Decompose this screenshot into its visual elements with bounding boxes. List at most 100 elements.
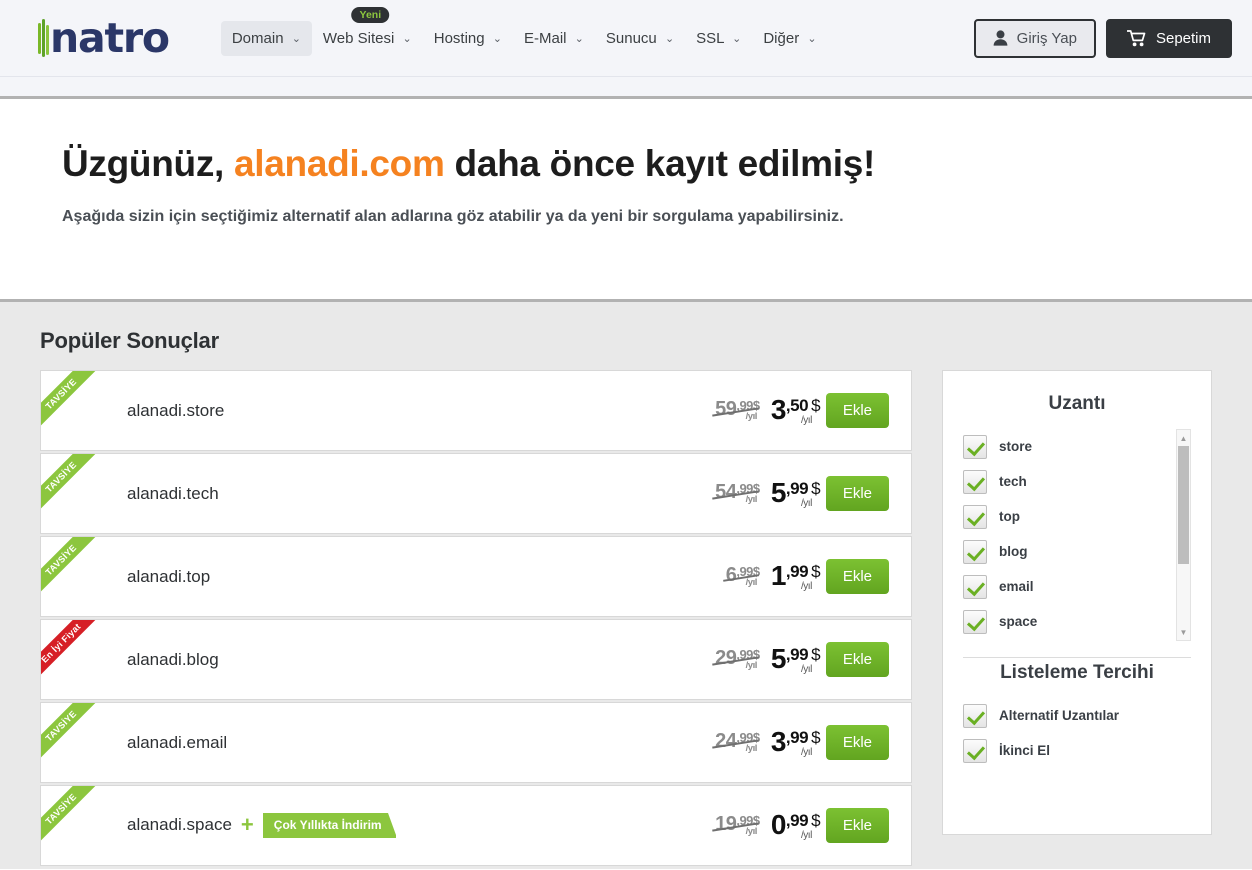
filter-item-blog[interactable]: blog (963, 534, 1185, 569)
add-to-cart-button[interactable]: Ekle (825, 725, 889, 760)
nav-item-email[interactable]: E-Mail ⌄ (513, 21, 595, 56)
price-area: 24,99$/yıl 3,99 $/yıl Ekle (715, 725, 911, 760)
promo-badge: Çok Yıllıkta İndirim (262, 813, 396, 838)
nav-label: SSL (696, 29, 724, 47)
nav-item-sunucu[interactable]: Sunucu ⌄ (595, 21, 685, 56)
checkbox-checked-icon[interactable] (963, 469, 987, 494)
old-price: 54,99$/yıl (715, 482, 760, 506)
new-price-frac: ,99 (785, 561, 809, 581)
new-price-frac: ,50 (785, 395, 809, 415)
new-price-int: 0 (770, 808, 787, 840)
scrollbar-thumb[interactable] (1178, 446, 1189, 564)
old-price-period: /yıl (745, 494, 758, 506)
new-price-currency: $ (811, 478, 821, 498)
table-row[interactable]: TAVSİYE alanadi.top 6,99$/yıl 1,99 $/yıl … (40, 536, 912, 617)
nav-item-hosting[interactable]: Hosting ⌄ (423, 21, 513, 56)
results-heading: Popüler Sonuçlar (40, 328, 219, 353)
chevron-down-icon: ⌄ (402, 32, 412, 45)
add-to-cart-button[interactable]: Ekle (825, 559, 889, 594)
chevron-down-icon: ⌄ (807, 32, 817, 45)
new-price-int: 5 (770, 642, 787, 674)
ribbon-label: TAVSİYE (41, 786, 103, 848)
new-price-currency: $ (811, 727, 821, 747)
cart-label: Sepetim (1155, 29, 1211, 47)
table-row[interactable]: TAVSİYE alanadi.email 24,99$/yıl 3,99 $/y… (40, 702, 912, 783)
ribbon-label: TAVSİYE (41, 537, 103, 599)
domain-name: alanadi.blog (127, 650, 219, 670)
nav-label: Web Sitesi (322, 29, 395, 47)
new-badge: Yeni (351, 6, 390, 23)
login-button[interactable]: Giriş Yap (973, 18, 1096, 58)
listing-preference-title: Listeleme Tercihi (1000, 662, 1154, 683)
logo-mark-icon (38, 19, 49, 57)
filter-item-email[interactable]: email (963, 569, 1185, 604)
add-to-cart-button[interactable]: Ekle (825, 808, 889, 843)
old-price-int: 59 (715, 398, 737, 421)
old-price: 19,99$/yıl (715, 814, 760, 837)
domain-label: alanadi.blog (127, 649, 219, 669)
chevron-down-icon: ⌄ (492, 32, 502, 45)
add-to-cart-button[interactable]: Ekle (825, 476, 889, 511)
checkbox-checked-icon[interactable] (963, 574, 987, 599)
scroll-up-arrow-icon[interactable]: ▲ (1177, 431, 1190, 445)
listing-item-ikinci-el[interactable]: İkinci El (963, 733, 1191, 768)
page-title: Üzgünüz, alanadi.com daha önce kayıt edi… (62, 143, 1252, 186)
cart-button[interactable]: Sepetim (1105, 18, 1232, 58)
nav-label: E-Mail (523, 29, 567, 47)
price-area: 54,99$/yıl 5,99 $/yıl Ekle (715, 476, 911, 511)
checkbox-checked-icon[interactable] (963, 738, 987, 763)
new-price-int: 5 (770, 476, 787, 508)
filter-item-top[interactable]: top (963, 499, 1185, 534)
nav-item-diger[interactable]: Diğer ⌄ (752, 21, 827, 56)
filter-label: store (999, 439, 1033, 454)
domain-name: alanadi.top (127, 567, 210, 587)
new-price: 1,99 $/yıl (771, 561, 821, 592)
scrollbar-track[interactable]: ▲ ▼ (1176, 429, 1191, 641)
ribbon-label: TAVSİYE (41, 371, 103, 433)
hero-section: Üzgünüz, alanadi.com daha önce kayıt edi… (0, 99, 1252, 299)
new-price-period: /yıl (801, 663, 812, 675)
new-price-int: 3 (770, 725, 787, 757)
domain-label: alanadi.top (127, 566, 211, 586)
nav-item-domain[interactable]: Domain ⌄ (220, 20, 312, 56)
price-area: 19,99$/yıl 0,99 $/yıl Ekle (715, 808, 911, 843)
new-price-period: /yıl (801, 497, 812, 509)
expand-plus-icon[interactable]: + (241, 814, 254, 836)
listing-item-alternatif-uzantilar[interactable]: Alternatif Uzantılar (963, 698, 1191, 733)
price-area: 6,99$/yıl 1,99 $/yıl Ekle (726, 559, 911, 594)
add-to-cart-button[interactable]: Ekle (825, 642, 889, 677)
table-row[interactable]: TAVSİYE alanadi.tech 54,99$/yıl 5,99 $/yı… (40, 453, 912, 534)
price-area: 59,99$/yıl 3,50 $/yıl Ekle (715, 393, 911, 428)
filter-item-space[interactable]: space (963, 604, 1185, 639)
queried-domain: alanadi.com (233, 143, 445, 184)
new-price-frac: ,99 (785, 727, 809, 747)
checkbox-checked-icon[interactable] (963, 539, 987, 564)
add-to-cart-button[interactable]: Ekle (825, 393, 889, 428)
checkbox-checked-icon[interactable] (963, 609, 987, 634)
filter-label: blog (999, 544, 1028, 559)
checkbox-checked-icon[interactable] (963, 434, 987, 459)
new-price-period: /yıl (801, 580, 812, 592)
checkbox-checked-icon[interactable] (963, 703, 987, 728)
results-section: Popüler Sonuçlar TAVSİYE alanadi.store 5… (0, 302, 1252, 869)
main-nav: Domain ⌄ Yeni Web Sitesi ⌄ Hosting ⌄ E-M… (220, 6, 828, 56)
extension-filter-list: store tech top blog email space ▲ ▼ (963, 429, 1191, 641)
old-price: 6,99$/yıl (726, 565, 760, 588)
table-row[interactable]: TAVSİYE alanadi.store 59,99$/yıl 3,50 $/y… (40, 370, 912, 451)
filter-item-store[interactable]: store (963, 429, 1185, 464)
nav-item-web-sitesi[interactable]: Yeni Web Sitesi ⌄ (312, 6, 423, 56)
nav-label: Diğer (763, 29, 800, 47)
sidebar-divider (963, 657, 1191, 658)
checkbox-checked-icon[interactable] (963, 504, 987, 529)
scroll-down-arrow-icon[interactable]: ▼ (1177, 625, 1190, 639)
table-row[interactable]: TAVSİYE alanadi.space + Çok Yıllıkta İnd… (40, 785, 912, 866)
domain-label: alanadi.space (127, 815, 232, 835)
old-price: 59,99$/yıl (715, 398, 760, 422)
filter-item-tech[interactable]: tech (963, 464, 1185, 499)
natro-logo[interactable]: natro (38, 15, 170, 61)
results-layout: TAVSİYE alanadi.store 59,99$/yıl 3,50 $/y… (0, 370, 1252, 868)
nav-item-ssl[interactable]: SSL ⌄ (685, 21, 752, 56)
recommended-ribbon: TAVSİYE (41, 703, 103, 765)
header-actions: Giriş Yap Sepetim (973, 18, 1232, 58)
table-row[interactable]: En İyi Fiyat alanadi.blog 29,99$/yıl 5,9… (40, 619, 912, 700)
